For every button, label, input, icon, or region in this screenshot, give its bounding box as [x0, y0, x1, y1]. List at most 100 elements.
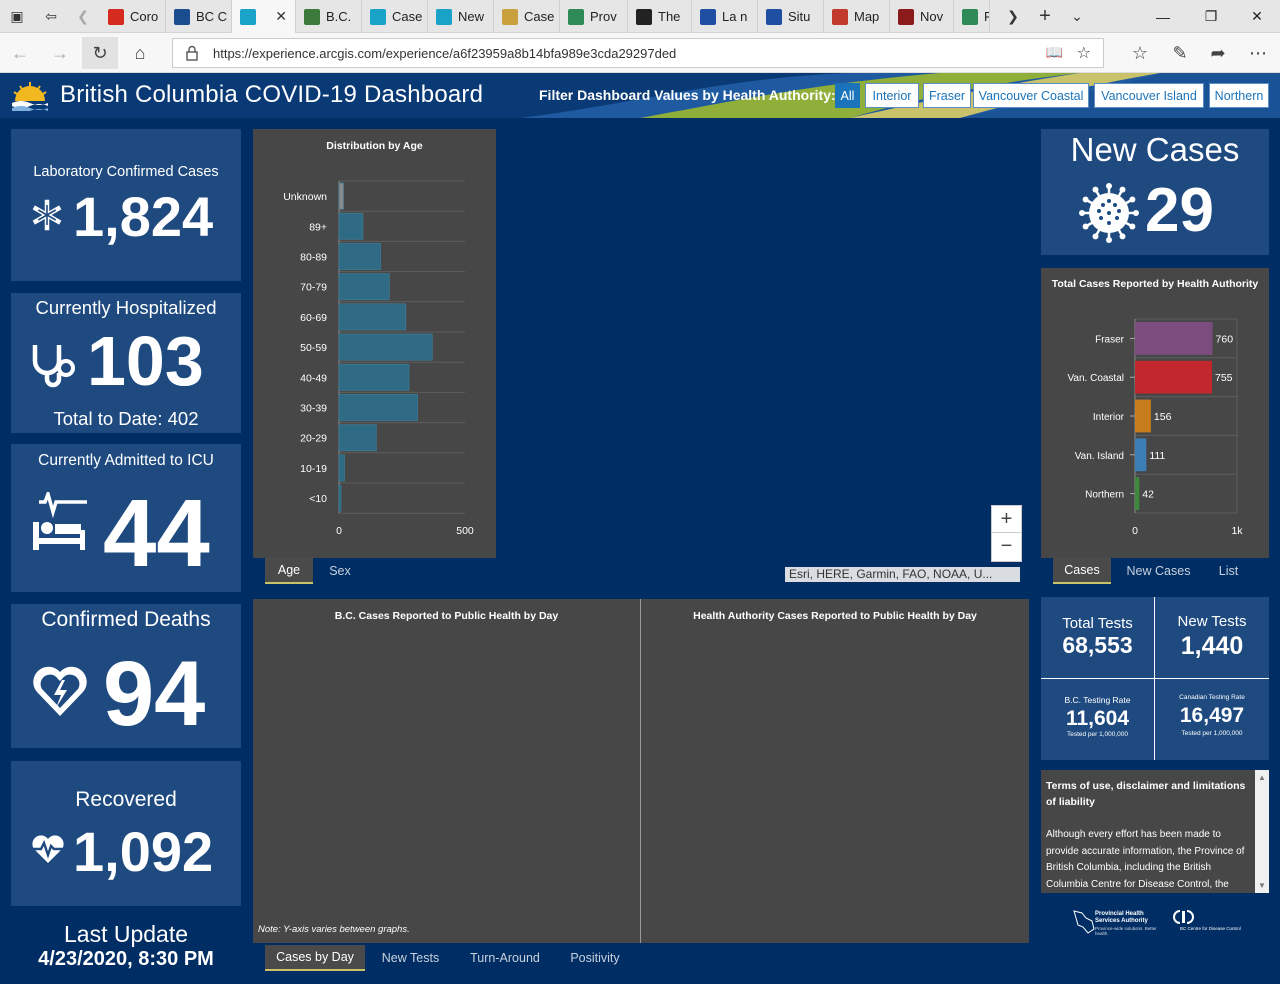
ha-cases-by-day-title: Health Authority Cases Reported to Publi… [693, 610, 977, 622]
browser-tab[interactable]: Situ [758, 0, 824, 33]
hospital-bed-icon [33, 492, 87, 550]
hospitalized-panel: Currently Hospitalized 103 Total to Date… [11, 293, 241, 433]
terms-title: Terms of use, disclaimer and limitations… [1046, 780, 1246, 808]
quebec-icon [766, 8, 782, 25]
tab-age[interactable]: Age [265, 558, 313, 584]
reading-view-icon[interactable]: 📖 [1046, 44, 1063, 61]
favorite-star-icon[interactable]: ☆ [1077, 43, 1091, 63]
browser-tab[interactable]: Case [362, 0, 428, 33]
tab-new-cases[interactable]: New Cases [1121, 558, 1196, 584]
bc-cases-by-day-chart: B.C. Cases Reported to Public Health by … [253, 599, 640, 943]
virus-spike-tip [1129, 196, 1136, 203]
browser-tab[interactable]: F [954, 0, 990, 33]
map-view[interactable] [500, 129, 1030, 584]
ha-bar [1135, 477, 1140, 510]
ha-bar [1135, 360, 1213, 394]
filter-button[interactable]: Northern [1209, 83, 1269, 108]
favorites-icon[interactable]: ☆ [1122, 37, 1158, 69]
virus-dot [1113, 203, 1117, 207]
browser-tab-label: Case [392, 9, 423, 24]
minimize-icon[interactable]: — [1140, 0, 1186, 33]
virus-spike-tip [1079, 210, 1085, 216]
tab-sex[interactable]: Sex [315, 558, 365, 584]
refresh-icon[interactable]: ↻ [82, 37, 118, 69]
zoom-control: + − [991, 505, 1022, 562]
more-icon[interactable]: ⋯ [1240, 37, 1276, 69]
browser-tab[interactable]: Map [824, 0, 890, 33]
tab-list[interactable]: List [1206, 558, 1251, 584]
age-bar [338, 243, 381, 270]
ha-chart-tabs: Cases New Cases List [1041, 558, 1269, 584]
tab-actions-icon[interactable]: ▣ [0, 0, 34, 33]
terms-panel[interactable]: Terms of use, disclaimer and limitations… [1041, 770, 1269, 893]
share-icon[interactable]: ➦ [1200, 37, 1236, 69]
browser-tab[interactable]: La n [692, 0, 758, 33]
new-tab-icon[interactable]: + [1028, 0, 1062, 33]
image-icon [898, 8, 914, 25]
phsa-tagline: Province-wide solutions. Better health. [1095, 926, 1157, 936]
browser-tab[interactable]: Nov [890, 0, 954, 33]
back-icon[interactable]: ← [2, 37, 38, 69]
tab-positivity[interactable]: Positivity [563, 945, 627, 971]
tab-new-tests[interactable]: New Tests [373, 945, 448, 971]
forward-icon[interactable]: → [42, 37, 78, 69]
virus-spike-tip [1092, 186, 1099, 193]
total-tests-value: 68,553 [1062, 632, 1133, 658]
close-window-icon[interactable]: ✕ [1234, 0, 1280, 33]
zoom-in-button[interactable]: + [992, 506, 1021, 533]
browser-tab[interactable]: New [428, 0, 494, 33]
browser-tab[interactable]: Case [494, 0, 560, 33]
ha-cases-by-day-chart: Health Authority Cases Reported to Publi… [641, 599, 1029, 943]
browser-tab[interactable]: B.C. [296, 0, 362, 33]
ha-value-label: 760 [1216, 333, 1234, 345]
zoom-out-button[interactable]: − [992, 533, 1021, 560]
restore-icon[interactable]: ❐ [1188, 0, 1234, 33]
arcgis-icon [370, 8, 386, 25]
browser-tab[interactable]: Prov [560, 0, 628, 33]
age-bar [338, 273, 390, 301]
virus-dot [1107, 221, 1111, 225]
browser-tab[interactable]: Coro [100, 0, 166, 33]
browser-tab[interactable]: ✕ [232, 0, 296, 33]
set-tabs-aside-icon[interactable]: ⇦ [34, 0, 68, 33]
filter-button[interactable]: Fraser [923, 83, 971, 108]
pen-icon[interactable]: ✎ [1162, 37, 1198, 69]
age-bar [338, 484, 342, 512]
tab-cases[interactable]: Cases [1053, 558, 1111, 584]
terms-scrollbar[interactable]: ▲ ▼ [1255, 770, 1269, 893]
ha-category-label: Van. Coastal [1067, 373, 1124, 384]
bc-logo-icon [12, 82, 48, 111]
ha-value-label: 111 [1149, 450, 1165, 462]
home-icon[interactable]: ⌂ [122, 37, 158, 69]
filter-button[interactable]: Vancouver Coastal [973, 83, 1089, 108]
filter-button[interactable]: Interior [865, 83, 919, 108]
filter-button[interactable]: All [835, 83, 860, 108]
tree-icon [962, 8, 978, 25]
filter-button[interactable]: Vancouver Island [1094, 83, 1204, 108]
browser-tab[interactable]: The [628, 0, 692, 33]
age-category-label: 40-49 [300, 372, 327, 384]
tab-preview-chevron-icon[interactable]: ⌄ [1060, 0, 1094, 33]
browser-tab[interactable]: BC C [166, 0, 232, 33]
virus-spike-tip [1082, 196, 1089, 203]
browser-tab-label: F [984, 9, 989, 24]
address-bar: ← → ↻ ⌂ https://experience.arcgis.com/ex… [0, 33, 1280, 73]
url-input[interactable]: https://experience.arcgis.com/experience… [172, 38, 1104, 68]
broken-heart-icon [33, 666, 87, 716]
age-bar [338, 212, 364, 240]
x-tick-label: 0 [1132, 525, 1138, 537]
scroll-tabs-left-icon[interactable]: ❮ [66, 0, 100, 33]
ha-category-label: Van. Island [1075, 451, 1124, 462]
recovered-panel: Recovered 1,092 [11, 761, 241, 906]
tab-turn-around[interactable]: Turn-Around [461, 945, 549, 971]
close-tab-icon[interactable]: ✕ [275, 8, 287, 25]
scroll-up-icon[interactable]: ▲ [1258, 773, 1266, 782]
ha-category-label: Interior [1093, 412, 1125, 423]
map-attribution[interactable]: Esri, HERE, Garmin, FAO, NOAA, U... [785, 567, 1020, 582]
virus-icon [1079, 183, 1139, 243]
scroll-down-icon[interactable]: ▼ [1258, 881, 1266, 890]
browser-tab-label: Case [524, 9, 555, 24]
scroll-tabs-right-icon[interactable]: ❯ [996, 0, 1030, 33]
tab-cases-by-day[interactable]: Cases by Day [265, 945, 365, 971]
virus-spike-tip [1092, 233, 1099, 240]
